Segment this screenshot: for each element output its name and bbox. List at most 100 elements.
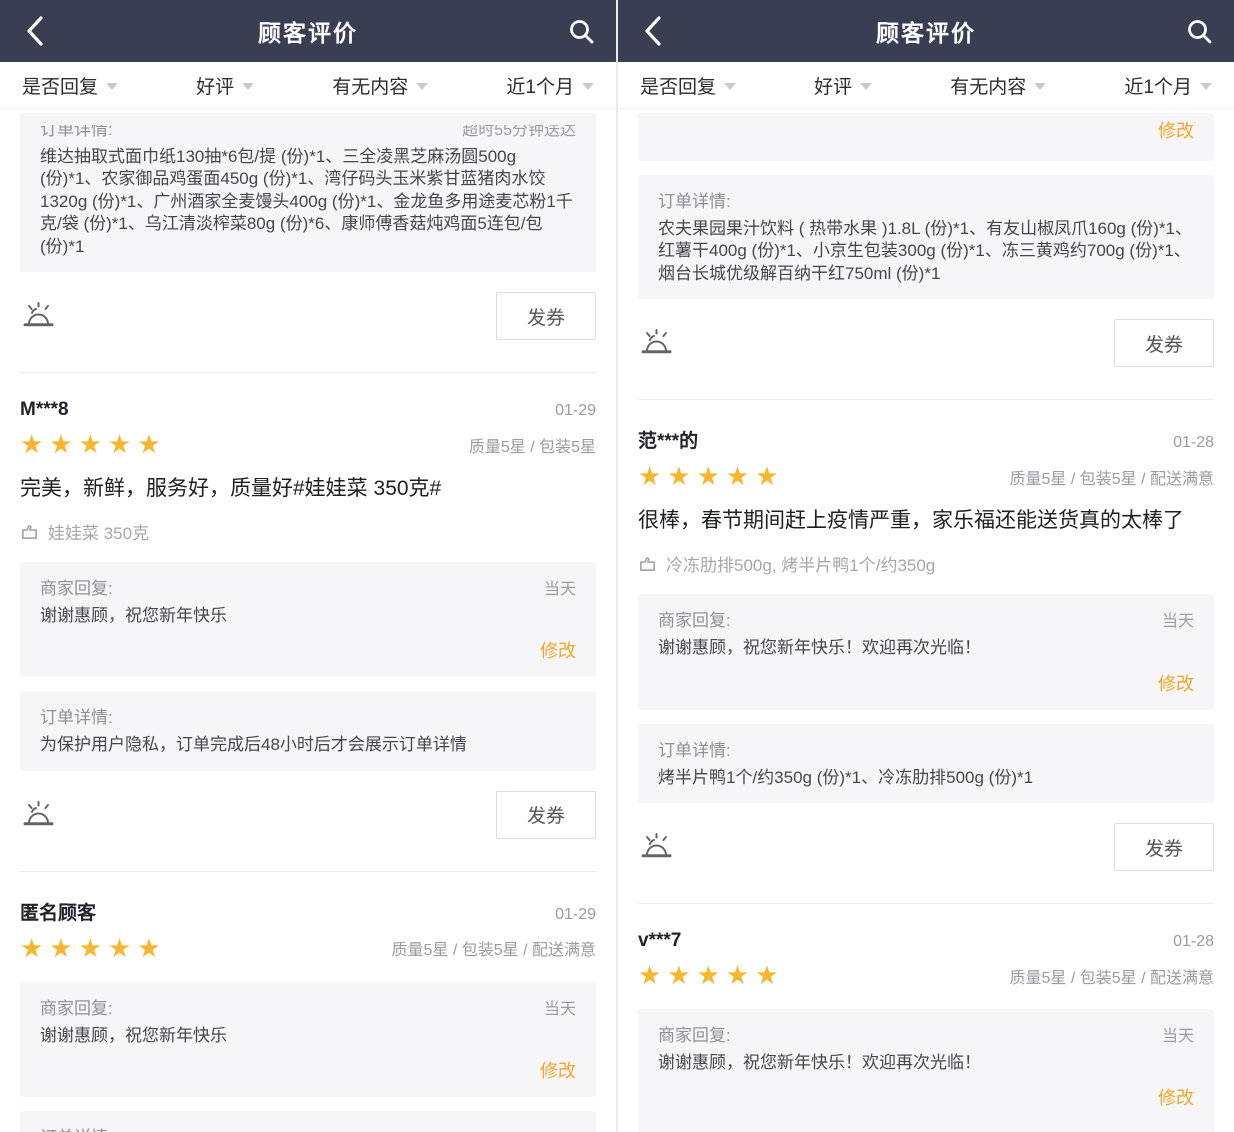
reply-text: 谢谢惠顾，祝您新年快乐 [40, 605, 576, 627]
siren-icon [638, 829, 674, 865]
edit-reply-link[interactable]: 修改 [658, 117, 1194, 143]
chevron-down-icon [416, 83, 428, 90]
filter-reply-status[interactable]: 是否回复 [22, 72, 118, 99]
star-rating: ★★★★★ [638, 960, 785, 991]
reply-label: 商家回复: [658, 606, 731, 631]
reply-header: 商家回复: 当天 [40, 994, 576, 1019]
order-items-text: 烤半片鸭1个/约350g (份)*1、冷冻肋排500g (份)*1 [658, 767, 1194, 789]
search-button[interactable] [1184, 14, 1214, 48]
back-button[interactable] [20, 14, 50, 48]
chevron-down-icon [242, 83, 254, 90]
left-filter-bar: 是否回复 好评 有无内容 近1个月 [0, 62, 616, 109]
reply-time: 当天 [1162, 1022, 1194, 1046]
rating-breakdown: 质量5星 / 包装5星 [469, 433, 596, 457]
reply-label: 商家回复: [658, 1021, 731, 1046]
card-action-row: 发券 [20, 791, 596, 839]
chevron-down-icon [582, 83, 594, 90]
edit-reply-link[interactable]: 修改 [40, 1057, 576, 1083]
star-rating: ★★★★★ [20, 429, 167, 460]
reply-label: 商家回复: [40, 994, 113, 1019]
reply-time: 当天 [544, 575, 576, 599]
chevron-down-icon [106, 83, 118, 90]
rating-row: ★★★★★ 质量5星 / 包装5星 / 配送满意 [638, 461, 1214, 492]
product-tag[interactable]: 冷冻肋排500g, 烤半片鸭1个/约350g [638, 551, 1214, 576]
search-icon [568, 18, 595, 45]
filter-has-content[interactable]: 有无内容 [332, 72, 428, 99]
product-tag-label: 娃娃菜 350克 [48, 519, 149, 544]
send-coupon-button[interactable]: 发券 [496, 292, 596, 340]
order-details-box: 订单详情: 为保护用户隐私，订单完成后48小时后才会展示订单详情 [20, 691, 596, 770]
edit-reply-link[interactable]: 修改 [40, 637, 576, 663]
order-details-label: 订单详情: [40, 703, 113, 728]
reply-header: 商家回复: 当天 [658, 1021, 1194, 1046]
order-details-header: 订单详情: [40, 703, 576, 728]
product-tag[interactable]: 娃娃菜 350克 [20, 519, 596, 544]
merchant-reply-box: 商家回复: 当天 谢谢惠顾，祝您新年快乐！欢迎再次光临！ 修改 [638, 1009, 1214, 1132]
review-date: 01-29 [555, 402, 596, 420]
back-chevron-icon [24, 14, 46, 48]
review-card: 匿名顾客 01-29 ★★★★★ 质量5星 / 包装5星 / 配送满意 商家回复… [0, 872, 616, 1132]
merchant-reply-box: 商家回复: 当天 谢谢惠顾，祝您新年快乐 修改 [20, 982, 596, 1097]
chevron-down-icon [1034, 83, 1046, 90]
left-review-list: 订单详情: 超时55分钟送达 维达抽取式面巾纸130抽*6包/提 (份)*1、三… [0, 109, 616, 1132]
order-details-box: 订单详情: 农夫果园果汁饮料 ( 热带水果 )1.8L (份)*1、有友山椒凤爪… [638, 175, 1214, 299]
page-title: 顾客评价 [668, 14, 1184, 48]
siren-button[interactable] [20, 797, 56, 833]
card-head: 范***的 01-28 [638, 426, 1214, 453]
merchant-reply-box: 商家回复: 当天 谢谢惠顾，祝您新年快乐！欢迎再次光临！ 修改 [638, 594, 1214, 709]
order-details-label: 订单详情: [658, 187, 731, 212]
filter-period[interactable]: 近1个月 [1124, 72, 1212, 99]
order-items-text: 农夫果园果汁饮料 ( 热带水果 )1.8L (份)*1、有友山椒凤爪160g (… [658, 218, 1194, 285]
right-review-list: 修改 订单详情: 农夫果园果汁饮料 ( 热带水果 )1.8L (份)*1、有友山… [618, 109, 1234, 1132]
back-button[interactable] [638, 14, 668, 48]
reviewer-name: 范***的 [638, 426, 698, 453]
right-screen: 顾客评价 是否回复 好评 有无内容 近1个月 修改 订单详情: 农夫果园果汁饮料… [618, 0, 1234, 1132]
order-items-text: 维达抽取式面巾纸130抽*6包/提 (份)*1、三全凌黑芝麻汤圆500g (份)… [40, 146, 576, 258]
card-head: v***7 01-28 [638, 930, 1214, 952]
filter-rating[interactable]: 好评 [196, 72, 254, 99]
reply-time: 当天 [1162, 607, 1194, 631]
siren-icon [20, 797, 56, 833]
order-details-box: 订单详情: [20, 1111, 596, 1132]
chevron-down-icon [724, 83, 736, 90]
edit-reply-link[interactable]: 修改 [658, 1084, 1194, 1110]
reviewer-name: v***7 [638, 930, 681, 952]
review-date: 01-29 [555, 906, 596, 924]
review-card: v***7 01-28 ★★★★★ 质量5星 / 包装5星 / 配送满意 商家回… [618, 904, 1234, 1132]
siren-button[interactable] [638, 325, 674, 361]
reply-label: 商家回复: [40, 574, 113, 599]
order-details-label: 订单详情: [40, 1123, 113, 1132]
filter-content-label: 有无内容 [950, 72, 1026, 99]
reply-text: 谢谢惠顾，祝您新年快乐！欢迎再次光临！ [658, 637, 1194, 659]
edit-reply-link[interactable]: 修改 [658, 670, 1194, 696]
left-screen: 顾客评价 是否回复 好评 有无内容 近1个月 订单详情: 超时55分钟送达 维达… [0, 0, 616, 1132]
rating-row: ★★★★★ 质量5星 / 包装5星 [20, 429, 596, 460]
send-coupon-button[interactable]: 发券 [496, 791, 596, 839]
reviewer-name: M***8 [20, 399, 69, 421]
search-icon [1186, 18, 1213, 45]
review-date: 01-28 [1173, 434, 1214, 452]
reply-text: 谢谢惠顾，祝您新年快乐 [40, 1025, 576, 1047]
filter-period-label: 近1个月 [506, 72, 574, 99]
siren-button[interactable] [638, 829, 674, 865]
order-details-header: 订单详情: [658, 187, 1194, 212]
siren-button[interactable] [20, 298, 56, 334]
card-action-row: 发券 [638, 319, 1214, 367]
card-head: M***8 01-29 [20, 399, 596, 421]
filter-period[interactable]: 近1个月 [506, 72, 594, 99]
send-coupon-button[interactable]: 发券 [1114, 823, 1214, 871]
order-details-header: 订单详情: [40, 1123, 576, 1132]
merchant-reply-box: 修改 [638, 113, 1214, 161]
send-coupon-button[interactable]: 发券 [1114, 319, 1214, 367]
filter-rating[interactable]: 好评 [814, 72, 872, 99]
search-button[interactable] [566, 14, 596, 48]
delivery-overtime-badge: 超时55分钟送达 [462, 125, 576, 140]
card-action-row: 发券 [20, 292, 596, 340]
rating-breakdown: 质量5星 / 包装5星 / 配送满意 [1010, 964, 1214, 988]
review-text: 很棒，春节期间赶上疫情严重，家乐福还能送货真的太棒了 [638, 506, 1214, 536]
siren-icon [20, 298, 56, 334]
filter-has-content[interactable]: 有无内容 [950, 72, 1046, 99]
filter-reply-status[interactable]: 是否回复 [640, 72, 736, 99]
filter-content-label: 有无内容 [332, 72, 408, 99]
thumb-up-icon [20, 522, 39, 541]
